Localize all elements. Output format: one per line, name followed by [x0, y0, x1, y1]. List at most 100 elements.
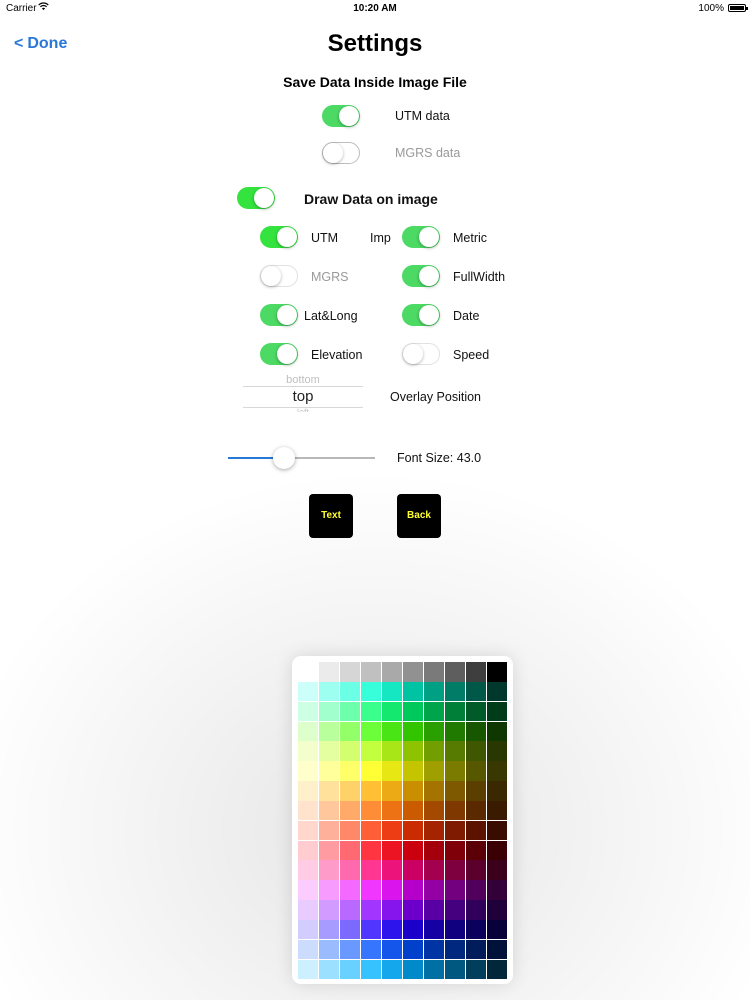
slider-thumb[interactable] [272, 447, 295, 469]
color-swatch[interactable] [403, 959, 423, 980]
color-swatch[interactable] [466, 681, 486, 702]
color-swatch[interactable] [298, 939, 318, 960]
color-swatch[interactable] [466, 959, 486, 980]
color-swatch[interactable] [340, 681, 360, 702]
color-swatch[interactable] [466, 820, 486, 841]
color-swatch[interactable] [424, 701, 444, 722]
color-swatch[interactable] [361, 761, 381, 781]
color-swatch[interactable] [361, 701, 381, 722]
color-swatch[interactable] [361, 919, 381, 940]
latlong-switch[interactable] [260, 304, 298, 326]
color-swatch[interactable] [340, 721, 360, 742]
color-swatch[interactable] [445, 919, 465, 940]
color-swatch[interactable] [319, 880, 339, 900]
metric-switch[interactable] [402, 226, 440, 248]
color-swatch[interactable] [424, 681, 444, 702]
font-size-slider[interactable] [228, 457, 375, 459]
color-swatch[interactable] [466, 900, 486, 920]
color-swatch[interactable] [319, 781, 339, 801]
color-swatch[interactable] [340, 761, 360, 781]
color-swatch[interactable] [361, 820, 381, 841]
color-swatch[interactable] [319, 959, 339, 980]
color-swatch[interactable] [445, 900, 465, 920]
color-swatch[interactable] [487, 741, 507, 761]
color-swatch[interactable] [466, 880, 486, 900]
color-swatch[interactable] [445, 939, 465, 960]
color-swatch[interactable] [487, 840, 507, 861]
color-swatch[interactable] [445, 820, 465, 841]
color-swatch[interactable] [466, 919, 486, 940]
color-swatch[interactable] [382, 840, 402, 861]
color-swatch[interactable] [340, 800, 360, 821]
color-swatch[interactable] [445, 860, 465, 880]
color-swatch[interactable] [319, 939, 339, 960]
color-swatch[interactable] [424, 800, 444, 821]
mgrs-switch[interactable] [260, 265, 298, 287]
color-swatch[interactable] [424, 721, 444, 742]
color-swatch[interactable] [298, 959, 318, 980]
color-swatch[interactable] [487, 800, 507, 821]
color-swatch[interactable] [382, 701, 402, 722]
color-swatch[interactable] [466, 939, 486, 960]
color-swatch[interactable] [487, 721, 507, 742]
color-swatch[interactable] [487, 701, 507, 722]
color-swatch[interactable] [382, 761, 402, 781]
color-swatch[interactable] [445, 701, 465, 722]
color-swatch[interactable] [403, 721, 423, 742]
color-swatch[interactable] [466, 662, 486, 682]
color-swatch[interactable] [445, 840, 465, 861]
color-swatch[interactable] [319, 681, 339, 702]
color-swatch[interactable] [382, 900, 402, 920]
color-swatch[interactable] [382, 919, 402, 940]
color-swatch[interactable] [403, 900, 423, 920]
color-swatch[interactable] [403, 701, 423, 722]
color-swatch[interactable] [298, 900, 318, 920]
color-swatch[interactable] [487, 919, 507, 940]
color-swatch[interactable] [382, 741, 402, 761]
color-swatch[interactable] [466, 701, 486, 722]
color-swatch[interactable] [361, 800, 381, 821]
color-swatch[interactable] [424, 761, 444, 781]
color-swatch[interactable] [298, 820, 318, 841]
color-swatch[interactable] [340, 741, 360, 761]
color-swatch[interactable] [487, 761, 507, 781]
color-swatch[interactable] [319, 900, 339, 920]
color-swatch[interactable] [319, 701, 339, 722]
color-swatch[interactable] [403, 840, 423, 861]
color-swatch[interactable] [298, 840, 318, 861]
color-swatch[interactable] [403, 860, 423, 880]
color-swatch[interactable] [487, 900, 507, 920]
back-color-button[interactable]: Back [397, 494, 441, 538]
color-swatch[interactable] [445, 741, 465, 761]
color-swatch[interactable] [298, 781, 318, 801]
color-swatch[interactable] [445, 800, 465, 821]
color-swatch[interactable] [445, 959, 465, 980]
picker-option-previous[interactable]: bottom [243, 374, 363, 386]
color-swatch[interactable] [487, 860, 507, 880]
overlay-position-picker[interactable]: bottom top left [243, 372, 363, 412]
color-swatch[interactable] [403, 939, 423, 960]
color-swatch[interactable] [466, 860, 486, 880]
color-swatch[interactable] [361, 741, 381, 761]
color-swatch[interactable] [361, 662, 381, 682]
color-swatch[interactable] [340, 900, 360, 920]
picker-option-next[interactable]: left [243, 407, 363, 412]
color-swatch[interactable] [298, 860, 318, 880]
color-swatch[interactable] [382, 820, 402, 841]
color-swatch[interactable] [466, 840, 486, 861]
color-swatch[interactable] [424, 860, 444, 880]
color-swatch[interactable] [298, 919, 318, 940]
color-swatch[interactable] [340, 701, 360, 722]
color-swatch[interactable] [445, 781, 465, 801]
color-swatch[interactable] [361, 880, 381, 900]
color-swatch[interactable] [340, 860, 360, 880]
color-swatch[interactable] [361, 781, 381, 801]
color-swatch[interactable] [403, 761, 423, 781]
color-swatch[interactable] [424, 840, 444, 861]
color-swatch[interactable] [382, 781, 402, 801]
color-swatch[interactable] [382, 860, 402, 880]
color-swatch[interactable] [466, 721, 486, 742]
color-swatch[interactable] [298, 880, 318, 900]
color-swatch[interactable] [340, 781, 360, 801]
color-swatch[interactable] [403, 681, 423, 702]
